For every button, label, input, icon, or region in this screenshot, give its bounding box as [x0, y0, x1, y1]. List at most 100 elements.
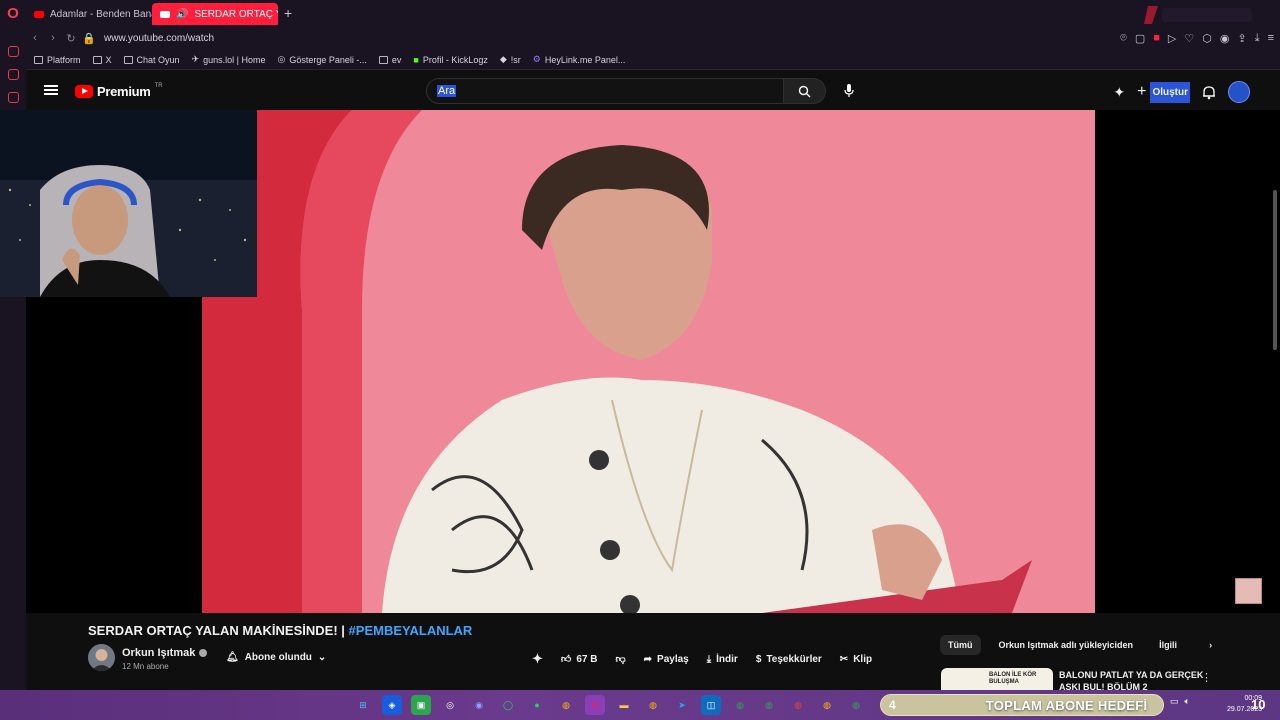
create-button[interactable]: + Oluştur	[1137, 81, 1190, 103]
bookmark-kicklogz[interactable]: ■ Profil - KickLogz	[413, 55, 487, 65]
clip-button[interactable]: ✂ Klip	[840, 654, 872, 665]
bookmark-ev[interactable]: ev	[378, 55, 401, 65]
chrome-icon[interactable]: ◍	[730, 695, 750, 715]
messenger-icon[interactable]	[7, 46, 19, 57]
channel-name-text: Orkun Işıtmak	[122, 647, 196, 659]
youtube-favicon-icon	[34, 10, 44, 18]
forward-icon[interactable]: ›	[44, 32, 62, 44]
xbox-app-icon[interactable]: ▣	[411, 695, 431, 715]
refresh-icon[interactable]	[7, 69, 19, 80]
bell-icon[interactable]	[1202, 85, 1216, 100]
bookmark-x[interactable]: X	[92, 54, 112, 65]
bookmark-sr[interactable]: ◆ !sr	[500, 54, 521, 65]
hamburger-menu-icon[interactable]	[44, 85, 58, 95]
account-avatar[interactable]	[1228, 81, 1250, 103]
play-icon[interactable]: ▷	[1168, 32, 1176, 45]
thumbs-down-icon: 👎︎	[615, 654, 626, 665]
snapshot-icon[interactable]: ▢	[1135, 32, 1145, 45]
youtube-premium-logo[interactable]: Premium TR	[75, 83, 163, 99]
bookmark-label: HeyLink.me Panel...	[544, 54, 626, 65]
chrome-icon[interactable]: ◍	[643, 695, 663, 715]
kick-favicon-icon: ■	[413, 54, 419, 65]
video-scene-image	[202, 110, 1095, 613]
shield-icon[interactable]: ■	[1153, 32, 1160, 44]
telegram-icon[interactable]: ➤	[672, 695, 692, 715]
bookmark-guns-lol[interactable]: ✈ guns.lol | Home	[192, 54, 266, 65]
windows-start-icon[interactable]: ⊞	[353, 695, 373, 715]
guns-favicon-icon: ✈	[191, 54, 200, 64]
tab-serdar-ortac[interactable]: 🔊 SERDAR ORTAÇ YALAN	[152, 3, 278, 25]
hashtag-link[interactable]: #PEMBEYALANLAR	[349, 623, 473, 638]
clip-label: Klip	[853, 653, 873, 665]
brand-watermark-logo	[1144, 6, 1252, 24]
chip-from-uploader[interactable]: Orkun Işıtmak adlı yükleyiciden	[991, 635, 1142, 655]
share-button[interactable]: ➦ Paylaş	[644, 654, 689, 665]
subscriber-goal-widget: 4 TOPLAM ABONE HEDEFİ	[880, 694, 1164, 716]
bitwarden-icon[interactable]: ◈	[382, 695, 402, 715]
discord-icon[interactable]: ◉	[469, 695, 489, 715]
chevron-right-icon[interactable]: ›	[1209, 640, 1212, 650]
outlook-icon[interactable]: ◫	[701, 695, 721, 715]
volume-icon[interactable]: 🔈︎	[1185, 696, 1190, 707]
notification-count[interactable]: 10	[1251, 697, 1265, 712]
new-tab-button[interactable]: +	[278, 5, 298, 21]
chrome-icon[interactable]: ◍	[788, 695, 808, 715]
bookmark-chat-oyun[interactable]: Chat Oyun	[123, 55, 180, 65]
sponsor-icon[interactable]: ✦	[1113, 84, 1125, 101]
menu-icon[interactable]: ≡	[1268, 32, 1274, 44]
opera-taskbar-icon[interactable]: O	[585, 695, 605, 715]
url-field[interactable]: www.youtube.com/watch	[104, 33, 214, 44]
profile-avatar-icon[interactable]: ◉	[1220, 32, 1230, 45]
chip-related[interactable]: İlgili	[1151, 635, 1185, 655]
lock-icon: 🔒	[82, 32, 96, 45]
scrollbar[interactable]	[1273, 190, 1277, 350]
extension-icons: ⌾ ▢ ■ ▷ ♡ ⬡ ◉ ⇪ ⤓ ≡	[1120, 32, 1274, 45]
chrome-icon[interactable]: ◍	[759, 695, 779, 715]
bookmark-label: Profil - KickLogz	[422, 54, 488, 65]
bookmarks-bar: Platform X Chat Oyun ✈ guns.lol | Home ◎ G…	[26, 50, 1280, 70]
reload-icon[interactable]: ↻	[62, 32, 80, 45]
address-bar: ‹ › ↻ 🔒 www.youtube.com/watch ⌾ ▢ ■ ▷ ♡ …	[26, 26, 1280, 50]
search-input[interactable]: Ara	[426, 78, 784, 104]
bookmark-platform[interactable]: Platform	[34, 55, 81, 65]
extensions-icon[interactable]: ⬡	[1202, 32, 1212, 45]
opera-logo-icon[interactable]: O	[0, 0, 26, 26]
dislike-button[interactable]: 👎︎	[615, 653, 625, 665]
sponsor-icon[interactable]: ✦	[532, 651, 543, 667]
bookmark-heylink[interactable]: ⚙ HeyLink.me Panel...	[533, 54, 626, 65]
chip-all[interactable]: Tümü	[940, 635, 981, 655]
video-info: SERDAR ORTAÇ YALAN MAKİNESİNDE! | #PEMBE…	[26, 613, 1280, 692]
thanks-label: Teşekkürler	[766, 653, 822, 665]
channel-name[interactable]: Orkun Işıtmak	[122, 647, 208, 659]
share-icon[interactable]: ⇪	[1237, 32, 1246, 45]
bookmark-label: X	[105, 54, 112, 65]
obs-icon[interactable]: ◎	[440, 695, 460, 715]
subscribed-button[interactable]: 🔔︎ Abone olundu ⌄	[226, 652, 326, 663]
download-button[interactable]: ⤓ İndir	[707, 654, 738, 665]
network-icon[interactable]: ▭	[1170, 696, 1179, 707]
search-button[interactable]	[784, 78, 826, 104]
tab-adamlar[interactable]: Adamlar - Benden Bana -	[26, 3, 152, 25]
chrome-icon[interactable]: ◍	[556, 695, 576, 715]
video-frame[interactable]	[202, 110, 1095, 613]
channel-avatar[interactable]	[88, 644, 115, 671]
chrome-icon[interactable]: ◍	[817, 695, 837, 715]
chrome-icon[interactable]: ◍	[846, 695, 866, 715]
dollar-icon: $	[755, 653, 762, 665]
thanks-button[interactable]: $ Teşekkürler	[756, 654, 822, 665]
subscribe-overlay-badge[interactable]	[1235, 578, 1262, 604]
back-icon[interactable]: ‹	[26, 32, 44, 44]
whatsapp-icon[interactable]: ◯	[498, 695, 518, 715]
spotify-icon[interactable]: ●	[527, 695, 547, 715]
bookmark-gosterge[interactable]: ◎ Gösterge Paneli -...	[277, 54, 366, 65]
youtube-play-icon	[75, 85, 93, 98]
download-icon[interactable]: ⤓	[1255, 32, 1260, 45]
bag-icon[interactable]	[7, 92, 19, 103]
voice-search-button[interactable]	[838, 80, 860, 102]
file-explorer-icon[interactable]: ▬	[614, 695, 634, 715]
heart-icon[interactable]: ♡	[1184, 32, 1194, 45]
more-options-icon[interactable]: ⋮	[1201, 671, 1212, 684]
camera-icon[interactable]: ⌾	[1120, 32, 1127, 45]
recommendation-thumbnail[interactable]: BALON İLE KÖR BULUŞMA	[941, 668, 1053, 690]
like-button[interactable]: 👍︎ 67 B	[561, 653, 598, 666]
